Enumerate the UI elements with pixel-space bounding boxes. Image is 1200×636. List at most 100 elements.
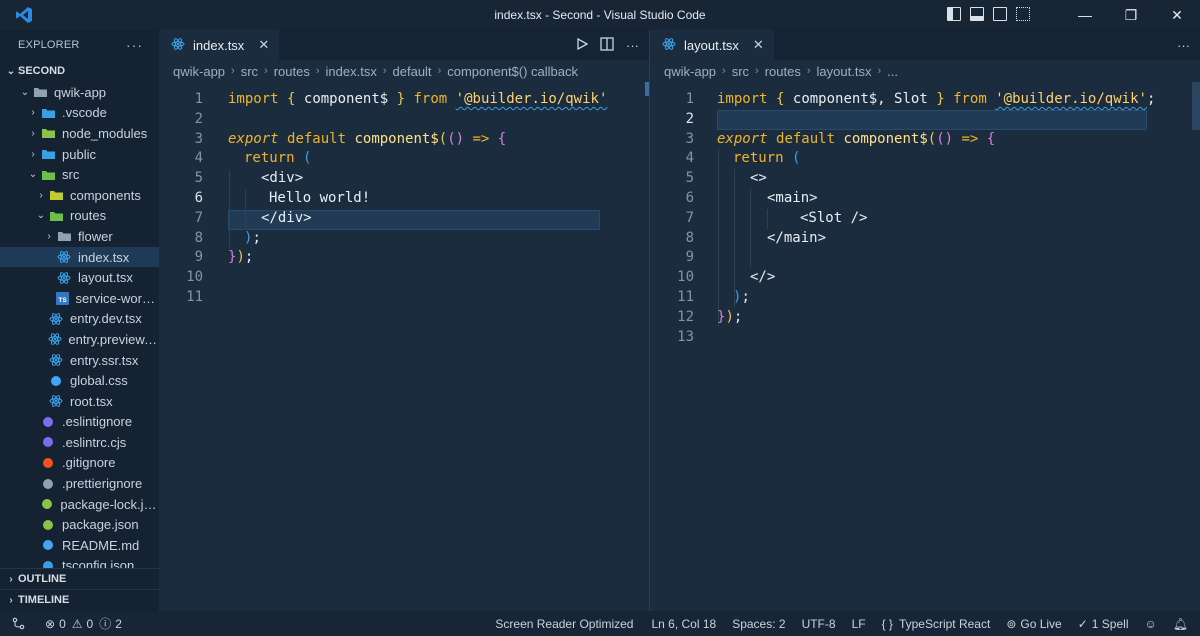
- tree-file[interactable]: .gitignore: [0, 453, 159, 474]
- close-icon[interactable]: ✕: [753, 37, 764, 53]
- tree-folder[interactable]: › flower: [0, 226, 159, 247]
- code-line: export default component$(() => {: [717, 130, 996, 147]
- tree-item-label: layout.tsx: [78, 270, 133, 286]
- tree-file[interactable]: layout.tsx: [0, 267, 159, 288]
- tree-file[interactable]: entry.preview.tsx: [0, 329, 159, 350]
- breadcrumb-item[interactable]: src: [732, 64, 749, 79]
- breadcrumb-item[interactable]: ...: [887, 64, 898, 79]
- toggle-sidebar-icon[interactable]: [947, 7, 961, 21]
- breadcrumb[interactable]: qwik-app › src › routes › layout.tsx ›...: [650, 60, 1200, 82]
- breadcrumb-item[interactable]: layout.tsx: [817, 64, 872, 79]
- chevron-right-icon: ›: [47, 230, 51, 242]
- go-live-button[interactable]: ⊚ Go Live: [998, 611, 1069, 636]
- tree-file[interactable]: root.tsx: [0, 391, 159, 412]
- react-icon: [662, 37, 676, 54]
- line-number: 10: [677, 269, 694, 286]
- breadcrumb-item[interactable]: src: [241, 64, 258, 79]
- encoding[interactable]: UTF-8: [794, 611, 844, 636]
- tab-layout-tsx[interactable]: layout.tsx ✕: [650, 30, 775, 60]
- indent-guide: [734, 169, 735, 307]
- tree-item-label: README.md: [62, 537, 140, 553]
- line-number: 4: [685, 150, 694, 167]
- line-number: 5: [685, 170, 694, 187]
- tree-file[interactable]: entry.ssr.tsx: [0, 350, 159, 371]
- tree-file[interactable]: .eslintignore: [0, 412, 159, 433]
- outline-section[interactable]: › OUTLINE: [0, 568, 159, 589]
- language-mode[interactable]: { } TypeScript React: [874, 611, 999, 636]
- tab-index-tsx[interactable]: index.tsx ✕: [159, 30, 281, 60]
- split-editor-icon[interactable]: [600, 36, 614, 54]
- tree-file[interactable]: README.md: [0, 535, 159, 556]
- chevron-down-icon: ⌄: [28, 169, 38, 181]
- breadcrumb-item[interactable]: routes: [765, 64, 801, 79]
- tree-folder[interactable]: › node_modules: [0, 123, 159, 144]
- tree-file[interactable]: index.tsx: [0, 246, 159, 268]
- close-window-button[interactable]: ✕: [1154, 0, 1200, 30]
- code-line: );: [244, 229, 261, 246]
- indentation[interactable]: Spaces: 2: [724, 611, 793, 636]
- minimize-button[interactable]: —: [1062, 0, 1108, 30]
- tree-file[interactable]: global.css: [0, 370, 159, 391]
- react-icon: [171, 37, 185, 54]
- customize-layout-icon[interactable]: [1016, 7, 1030, 21]
- screen-reader-mode[interactable]: Screen Reader Optimized: [487, 611, 641, 636]
- code-area[interactable]: 1 2 3 4 5 6 7 8 9 10 11 12 13 import { component$, S…: [650, 82, 1200, 611]
- toggle-secondary-sidebar-icon[interactable]: [993, 7, 1007, 21]
- tree-item-label: src: [62, 167, 80, 183]
- tree-file[interactable]: .eslintrc.cjs: [0, 432, 159, 453]
- problems-indicator[interactable]: ⊗ 0 ⚠ 0 ⓘ 2: [37, 611, 130, 636]
- breadcrumb-item[interactable]: routes: [274, 64, 310, 79]
- run-icon[interactable]: [576, 37, 589, 53]
- cursor-position[interactable]: Ln 6, Col 18: [641, 611, 724, 636]
- chevron-right-icon: ›: [437, 65, 442, 77]
- tree-folder[interactable]: › public: [0, 144, 159, 165]
- tree-folder[interactable]: ⌄ src: [0, 164, 159, 185]
- breadcrumb-item[interactable]: default: [393, 64, 432, 79]
- code-area[interactable]: 1 2 3 4 5 6 7 8 9 10 11 import { component$ } from…: [159, 82, 649, 611]
- vscode-logo-icon[interactable]: [0, 0, 48, 30]
- chevron-right-icon: ›: [39, 189, 43, 201]
- more-actions-icon[interactable]: ···: [1177, 38, 1190, 53]
- breadcrumb-item[interactable]: qwik-app: [173, 64, 225, 79]
- line-number: 11: [186, 289, 203, 305]
- scrollbar-thumb[interactable]: [1192, 82, 1200, 130]
- code-line: <main>: [767, 190, 818, 206]
- code-line: <Slot />: [800, 209, 868, 226]
- chevron-right-icon: ›: [9, 594, 13, 606]
- react-icon: [56, 250, 72, 264]
- line-number: 3: [194, 130, 203, 147]
- tree-folder[interactable]: ⌄ qwik-app: [0, 82, 159, 103]
- tree-item-label: routes: [70, 208, 107, 224]
- line-number: 2: [685, 110, 694, 127]
- tree-file[interactable]: .prettierignore: [0, 473, 159, 494]
- more-actions-icon[interactable]: ···: [626, 38, 639, 53]
- close-icon[interactable]: ✕: [258, 37, 269, 53]
- indent-guide: [245, 190, 246, 230]
- restore-button[interactable]: ❐: [1108, 0, 1154, 30]
- indent-guide: [767, 209, 768, 229]
- feedback-icon[interactable]: ☺: [1137, 611, 1165, 636]
- workspace-root[interactable]: ⌄ SECOND: [0, 60, 159, 82]
- tree-file[interactable]: TS service-worke...: [0, 288, 159, 309]
- tree-folder[interactable]: › .vscode: [0, 103, 159, 124]
- breadcrumb-item[interactable]: qwik-app: [664, 64, 716, 79]
- toggle-panel-icon[interactable]: [970, 7, 984, 21]
- timeline-section[interactable]: › TIMELINE: [0, 589, 159, 610]
- end-of-line[interactable]: LF: [844, 611, 874, 636]
- tree-folder[interactable]: ⌄ routes: [0, 206, 159, 227]
- more-actions-icon[interactable]: ···: [126, 37, 143, 53]
- tree-file[interactable]: package.json: [0, 514, 159, 535]
- tree-file[interactable]: tsconfig.json: [0, 556, 159, 568]
- node-folder-icon: [40, 126, 56, 140]
- breadcrumb-item[interactable]: component$() callback: [447, 64, 578, 79]
- tree-file[interactable]: package-lock.json: [0, 494, 159, 515]
- notifications-icon[interactable]: 🔔︎: [1165, 611, 1200, 636]
- breadcrumb[interactable]: qwik-app › src › routes › index.tsx › default › co…: [159, 60, 649, 82]
- tree-file[interactable]: entry.dev.tsx: [0, 309, 159, 330]
- chevron-right-icon: ›: [9, 573, 13, 585]
- remote-indicator[interactable]: [0, 611, 37, 636]
- spell-check[interactable]: ✓ 1 Spell: [1070, 611, 1137, 636]
- error-count: 0: [59, 616, 66, 631]
- breadcrumb-item[interactable]: index.tsx: [326, 64, 377, 79]
- tree-folder[interactable]: › components: [0, 185, 159, 206]
